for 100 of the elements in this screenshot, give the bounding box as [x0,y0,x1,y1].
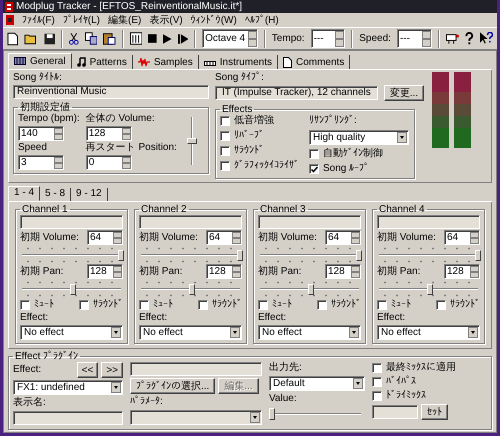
caret-icon[interactable] [111,382,121,393]
save-icon[interactable] [44,32,56,45]
pan-field[interactable]: 128 [87,264,123,279]
help-icon[interactable] [464,32,474,46]
document-icon[interactable] [6,15,14,26]
slider-thumb[interactable] [186,138,197,144]
checkbox[interactable] [20,300,30,310]
slider-thumb[interactable] [189,284,195,295]
spin-buttons[interactable] [248,30,257,47]
parameter-dropdown[interactable] [130,410,262,425]
restart-position-field[interactable]: 0 [86,155,132,170]
slider-thumb[interactable] [427,284,433,295]
speed-field[interactable]: 3 [18,155,64,170]
caret-icon[interactable] [250,412,260,423]
pan-field[interactable]: 128 [444,264,480,279]
next-button[interactable]: >> [101,362,123,378]
value-field[interactable] [372,405,418,419]
spin-buttons[interactable] [422,30,431,47]
checkbox[interactable] [372,363,382,373]
spin-buttons[interactable] [122,128,131,140]
tab[interactable]: 5 - 8 [40,188,72,201]
menu-item[interactable]: ﾌｧｲﾙ(F) [22,14,55,27]
slider-thumb[interactable] [237,250,243,261]
checkbox[interactable] [436,300,446,310]
channel-name-field[interactable] [20,215,123,229]
tempo-field[interactable]: 140 [18,126,64,141]
effect-dropdown[interactable]: No effect [20,325,123,340]
menu-item[interactable]: ﾍﾙﾌﾟ(H) [244,14,279,27]
play-from-start-icon[interactable] [178,34,188,44]
menu-item[interactable]: 表示(V) [149,14,183,27]
caret-icon[interactable] [230,327,240,338]
channel-name-field[interactable] [377,215,480,229]
pattern-icon[interactable] [130,32,142,46]
checkbox[interactable] [309,149,319,159]
checkbox[interactable] [258,300,268,310]
checkbox[interactable] [372,391,382,401]
new-file-icon[interactable] [7,32,18,46]
pan-field[interactable]: 128 [206,264,242,279]
checkbox[interactable] [220,146,230,156]
tab[interactable]: 1 - 4 [8,186,40,201]
effect-dropdown[interactable]: No effect [258,325,361,340]
channel-name-field[interactable] [139,215,242,229]
slider-thumb[interactable] [269,408,275,420]
checkbox[interactable] [79,300,89,310]
tab[interactable]: 9 - 12 [71,188,108,201]
spin-buttons[interactable] [54,156,63,168]
spin-buttons[interactable] [470,266,479,278]
checkbox[interactable] [220,131,230,141]
output-dropdown[interactable]: Default [269,376,365,391]
tab[interactable]: Patterns [72,55,133,69]
stop-icon[interactable] [148,34,157,44]
checkbox[interactable] [317,300,327,310]
context-help-icon[interactable] [480,32,494,46]
select-plugin-button[interactable]: ﾌﾟﾗｸﾞｲﾝの選択... [130,378,216,394]
pan-field[interactable]: 128 [325,264,361,279]
copy-icon[interactable] [84,32,98,46]
tab[interactable]: Comments [278,55,350,69]
slider-thumb[interactable] [475,250,481,261]
checkbox[interactable] [220,161,230,171]
previous-button[interactable]: << [76,362,98,378]
checkbox[interactable] [377,300,387,310]
spin-buttons[interactable] [54,128,63,140]
effect-dropdown[interactable]: No effect [377,325,480,340]
play-icon[interactable] [162,34,172,44]
spin-buttons[interactable] [335,30,344,47]
menu-item[interactable]: 編集(E) [108,14,142,27]
spin-buttons[interactable] [232,232,241,244]
spin-buttons[interactable] [113,232,122,244]
speed-field[interactable]: --- [396,29,432,48]
tempo-field[interactable]: --- [310,29,346,48]
tab[interactable]: Samples [132,55,199,69]
menu-item[interactable]: ｳｨﾝﾄﾞｳ(W) [190,14,237,27]
spin-buttons[interactable] [113,266,122,278]
checkbox[interactable] [198,300,208,310]
caret-icon[interactable] [397,132,407,143]
volume-field[interactable]: 64 [444,230,480,245]
slider-thumb[interactable] [70,284,76,295]
set-button[interactable]: ｾｯﾄ [421,404,448,420]
caret-icon[interactable] [111,327,121,338]
effect-dropdown[interactable]: FX1: undefined [13,380,123,395]
checkbox[interactable] [372,377,382,387]
slider-thumb[interactable] [118,250,124,261]
checkbox[interactable] [220,116,230,126]
volume-field[interactable]: 64 [325,230,361,245]
tab[interactable]: Instruments [198,55,278,69]
channel-name-field[interactable] [258,215,361,229]
tab[interactable]: General [8,53,72,69]
resampling-dropdown[interactable]: High quality [309,130,409,145]
spin-buttons[interactable] [351,266,360,278]
menu-item[interactable]: ﾌﾟﾚｲﾔ(L) [62,14,100,27]
display-name-field[interactable] [13,411,123,425]
caret-icon[interactable] [468,327,478,338]
spin-buttons[interactable] [232,266,241,278]
spin-buttons[interactable] [122,156,131,168]
checkbox[interactable] [309,164,319,174]
effect-dropdown[interactable]: No effect [139,325,242,340]
spin-buttons[interactable] [470,232,479,244]
octave-field[interactable]: Octave 4 [202,29,258,48]
caret-icon[interactable] [353,378,363,389]
paste-icon[interactable] [103,32,116,46]
